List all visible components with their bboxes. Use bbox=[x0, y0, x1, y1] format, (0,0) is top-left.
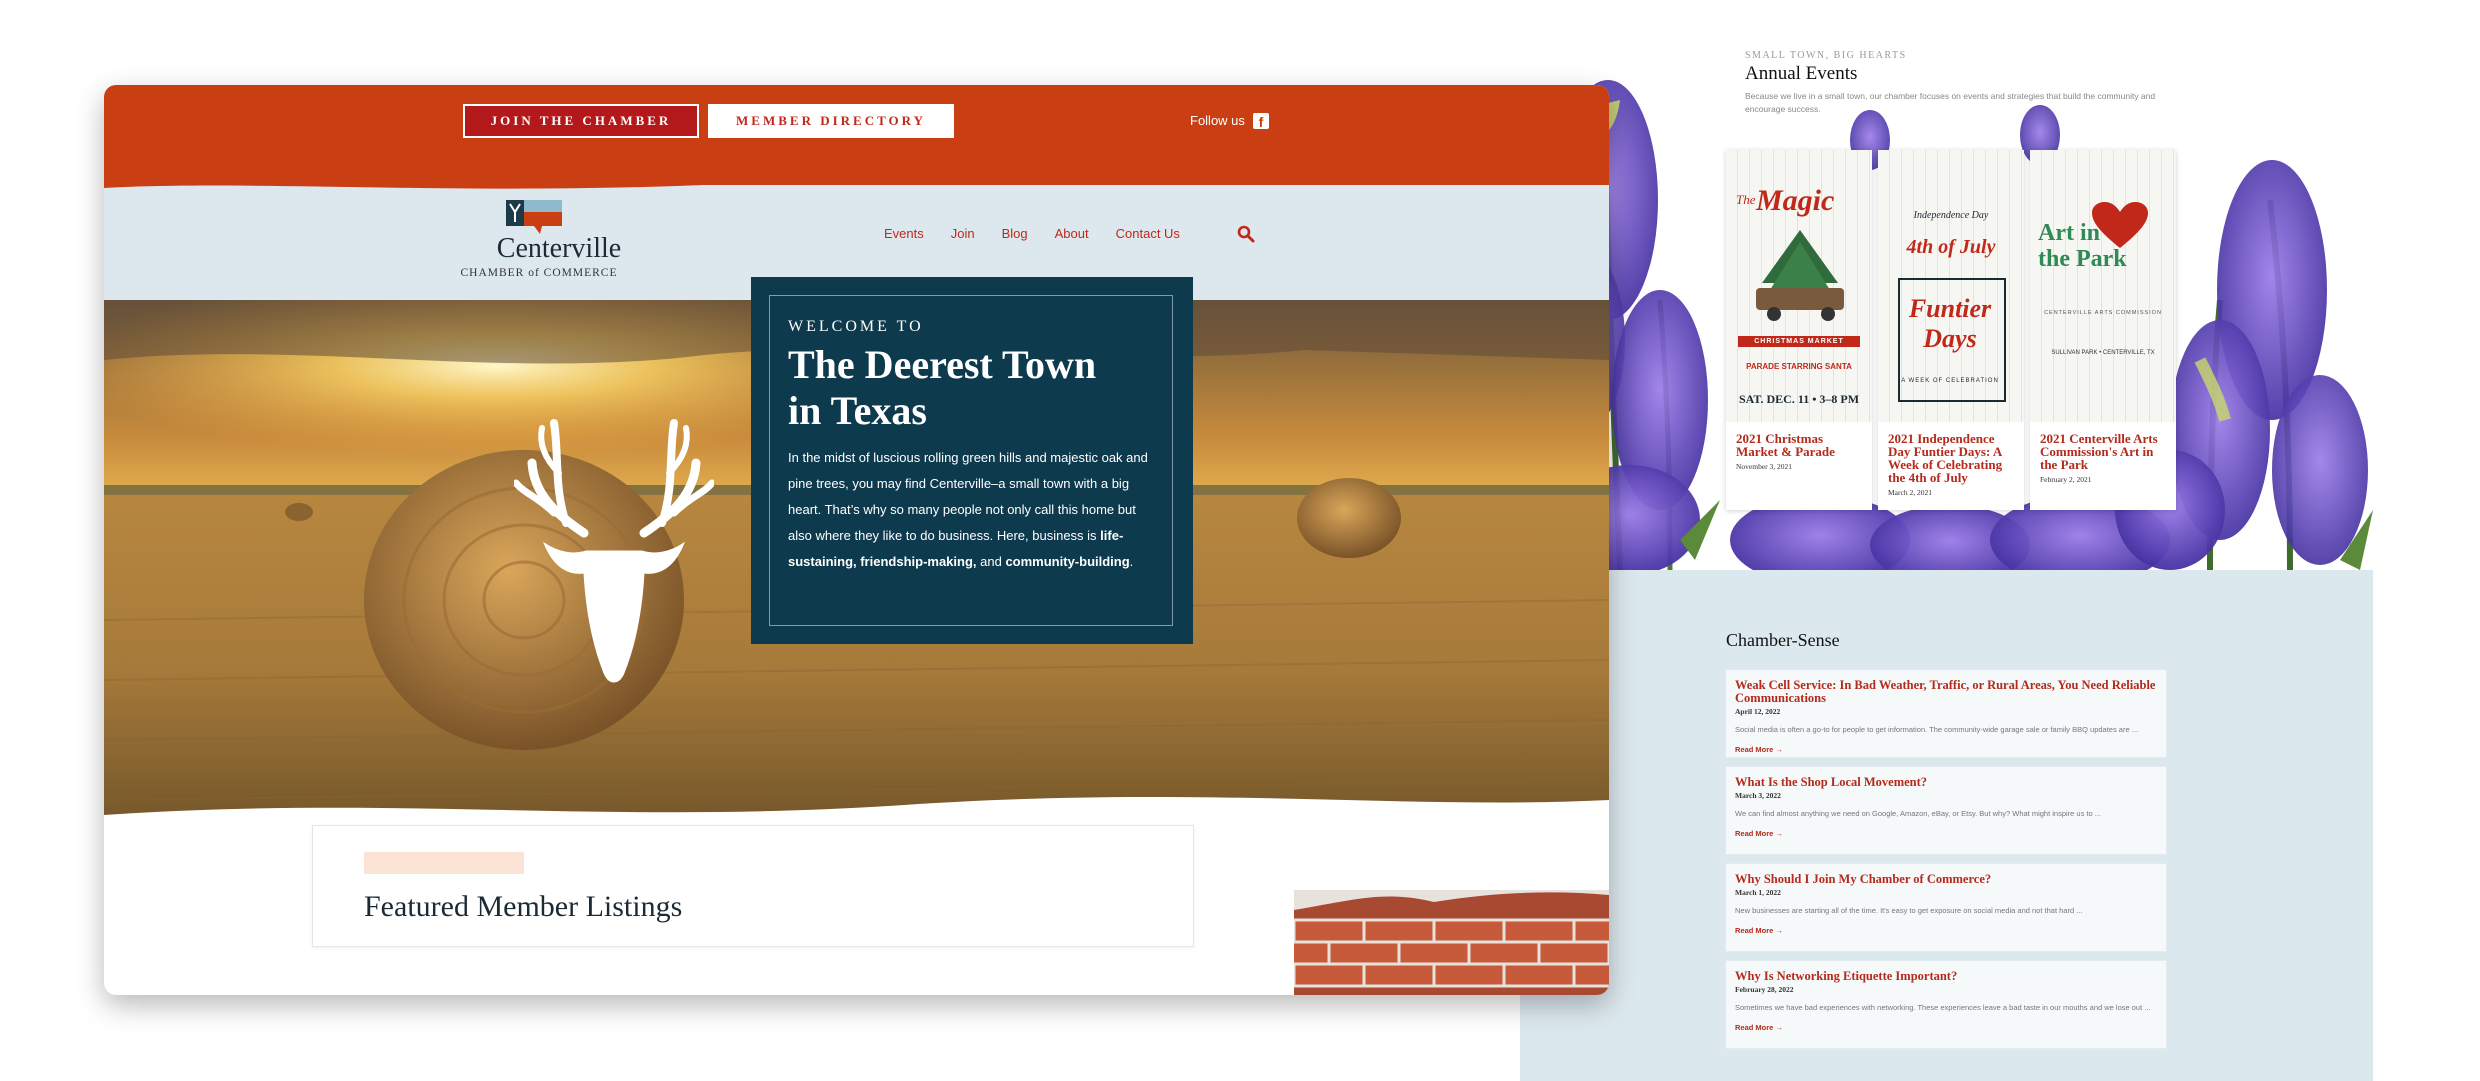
post-title[interactable]: What Is the Shop Local Movement? bbox=[1735, 776, 2157, 789]
event-cards: The Magic CHRISTMAS MARKET PARADE STARRI… bbox=[1726, 150, 2176, 510]
mobile-preview-panel: SMALL TOWN, BIG HEARTS Annual Events Bec… bbox=[1520, 0, 2373, 1081]
poster-top: Independence Day bbox=[1913, 210, 1989, 221]
event-card[interactable]: The Magic CHRISTMAS MARKET PARADE STARRI… bbox=[1726, 150, 1872, 510]
event-poster-funtier-days: Independence Day 4th of July Funtier Day… bbox=[1878, 150, 2024, 422]
poster-top: The bbox=[1736, 192, 1756, 207]
search-icon[interactable] bbox=[1237, 225, 1255, 243]
annual-events-section: SMALL TOWN, BIG HEARTS Annual Events Bec… bbox=[1520, 0, 2373, 570]
poster-line-2: SULLIVAN PARK • CENTERVILLE, TX bbox=[2051, 350, 2155, 356]
poster-line-1: CHRISTMAS MARKET bbox=[1738, 336, 1860, 347]
post-date: March 1, 2022 bbox=[1735, 888, 1781, 897]
event-card[interactable]: Art in the Park CENTERVILLE ARTS COMMISS… bbox=[2030, 150, 2176, 510]
events-kicker: SMALL TOWN, BIG HEARTS bbox=[1745, 50, 1907, 61]
event-name[interactable]: 2021 Centerville Arts Commission's Art i… bbox=[2040, 432, 2166, 471]
welcome-body-bold-2: community-building bbox=[1005, 554, 1130, 569]
chamber-sense-title: Chamber-Sense bbox=[1726, 630, 1840, 650]
blog-post-card[interactable]: Weak Cell Service: In Bad Weather, Traff… bbox=[1726, 670, 2166, 757]
main-nav: Events Join Blog About Contact Us bbox=[884, 226, 1180, 241]
event-date: February 2, 2021 bbox=[2040, 475, 2092, 484]
event-name[interactable]: 2021 Christmas Market & Parade bbox=[1736, 432, 1862, 458]
post-title[interactable]: Why Is Networking Etiquette Important? bbox=[1735, 970, 2157, 983]
poster-line-1: 4th of July bbox=[1906, 236, 1996, 258]
post-title[interactable]: Why Should I Join My Chamber of Commerce… bbox=[1735, 873, 2157, 886]
post-excerpt: We can find almost anything we need on G… bbox=[1735, 809, 2102, 818]
poster-line-1: CENTERVILLE ARTS COMMISSION bbox=[2044, 310, 2162, 316]
join-the-chamber-button[interactable]: JOIN THE CHAMBER bbox=[463, 104, 699, 138]
member-directory-button[interactable]: MEMBER DIRECTORY bbox=[708, 104, 954, 138]
welcome-kicker: WELCOME TO bbox=[788, 318, 924, 335]
poster-title: Art in the Park bbox=[2038, 220, 2127, 272]
deer-head-logo bbox=[514, 419, 714, 683]
read-more-link[interactable]: Read More → bbox=[1735, 1023, 2157, 1032]
read-more-link[interactable]: Read More → bbox=[1735, 926, 2157, 935]
read-more-link[interactable]: Read More → bbox=[1735, 745, 2157, 754]
events-title: Annual Events bbox=[1745, 63, 1858, 84]
post-excerpt: New businesses are starting all of the t… bbox=[1735, 906, 2083, 915]
poster-title: Funtier Days bbox=[1908, 294, 1992, 353]
logo-name[interactable]: Centerville bbox=[464, 233, 654, 265]
nav-item-about[interactable]: About bbox=[1055, 226, 1089, 241]
facebook-icon[interactable]: f bbox=[1253, 113, 1269, 130]
blog-post-card[interactable]: What Is the Shop Local Movement? March 3… bbox=[1726, 767, 2166, 854]
nav-item-join[interactable]: Join bbox=[951, 226, 975, 241]
post-title[interactable]: Weak Cell Service: In Bad Weather, Traff… bbox=[1735, 679, 2157, 705]
top-bar-wave bbox=[104, 160, 1609, 189]
featured-listings-card bbox=[312, 825, 1194, 947]
chamber-sense-list: Weak Cell Service: In Bad Weather, Traff… bbox=[1726, 670, 2166, 1058]
event-poster-christmas: The Magic CHRISTMAS MARKET PARADE STARRI… bbox=[1726, 150, 1872, 422]
poster-line-2: PARADE STARRING SANTA bbox=[1746, 362, 1852, 371]
event-date: November 3, 2021 bbox=[1736, 462, 1793, 471]
event-name[interactable]: 2021 Independence Day Funtier Days: A We… bbox=[1888, 432, 2014, 484]
welcome-body-and: and bbox=[976, 554, 1006, 569]
tree-truck-illustration bbox=[1756, 230, 1844, 321]
welcome-title: The Deerest Town in Texas bbox=[788, 342, 1097, 433]
events-header: SMALL TOWN, BIG HEARTS Annual Events Bec… bbox=[1745, 50, 2165, 116]
desktop-homepage-window: JOIN THE CHAMBER MEMBER DIRECTORY Follow… bbox=[104, 85, 1609, 995]
blog-post-card[interactable]: Why Should I Join My Chamber of Commerce… bbox=[1726, 864, 2166, 951]
brick-wall-right bbox=[1294, 890, 1609, 995]
featured-listings-title: Featured Member Listings bbox=[364, 890, 683, 923]
post-excerpt: Social media is often a go-to for people… bbox=[1735, 725, 2138, 734]
event-poster-art-in-the-park: Art in the Park CENTERVILLE ARTS COMMISS… bbox=[2030, 150, 2176, 422]
logo-subtitle: CHAMBER of COMMERCE bbox=[460, 267, 618, 279]
read-more-link[interactable]: Read More → bbox=[1735, 829, 2157, 838]
blog-post-card[interactable]: Why Is Networking Etiquette Important? F… bbox=[1726, 961, 2166, 1048]
post-excerpt: Sometimes we have bad experiences with n… bbox=[1735, 1003, 2151, 1012]
post-date: March 3, 2022 bbox=[1735, 791, 1781, 800]
event-date: March 2, 2021 bbox=[1888, 488, 1932, 497]
nav-item-blog[interactable]: Blog bbox=[1002, 226, 1028, 241]
follow-us-label: Follow us bbox=[1190, 113, 1245, 128]
events-description: Because we live in a small town, our cha… bbox=[1745, 91, 2156, 114]
welcome-body: In the midst of luscious rolling green h… bbox=[788, 445, 1158, 575]
poster-line-2: A WEEK OF CELEBRATION bbox=[1901, 378, 1999, 384]
poster-line-3: SAT. DEC. 11 • 3–8 PM bbox=[1738, 392, 1860, 406]
poster-title: Magic bbox=[1756, 184, 1835, 217]
welcome-body-end: . bbox=[1129, 554, 1134, 569]
nav-item-events[interactable]: Events bbox=[884, 226, 924, 241]
welcome-body-intro: In the midst of luscious rolling green h… bbox=[788, 450, 1148, 543]
nav-item-contact[interactable]: Contact Us bbox=[1116, 226, 1180, 241]
featured-tag bbox=[364, 852, 524, 874]
post-date: April 12, 2022 bbox=[1735, 707, 1781, 716]
event-card[interactable]: Independence Day 4th of July Funtier Day… bbox=[1878, 150, 2024, 510]
post-date: February 28, 2022 bbox=[1735, 985, 1794, 994]
